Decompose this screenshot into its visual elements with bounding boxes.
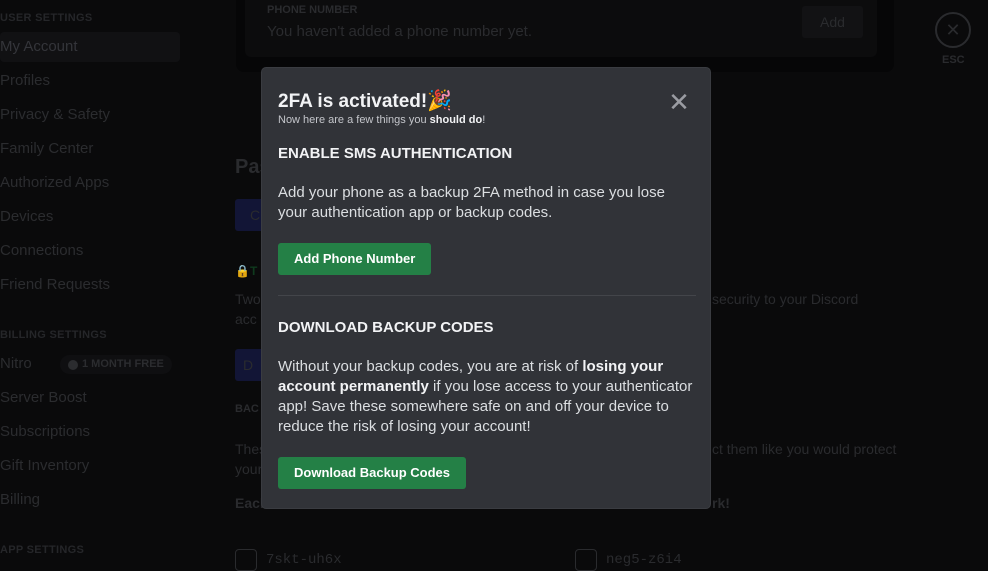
clock-icon — [68, 360, 78, 370]
backup-desc-line2: your — [235, 461, 263, 477]
backup-desc-right: ct them like you would protect — [712, 441, 897, 457]
sidebar-item-connections[interactable]: Connections — [0, 236, 180, 266]
sidebar-item-family-center[interactable]: Family Center — [0, 134, 180, 164]
btn-label: C — [250, 207, 261, 223]
close-button[interactable]: ✕ — [668, 89, 690, 115]
twofa-desc-right: security to your Discord — [712, 291, 859, 307]
twofa-enabled-label: 🔒T — [235, 264, 258, 278]
backup-code: neg5-z6i4 — [606, 552, 682, 568]
modal-subtitle: Now here are a few things you should do! — [278, 114, 486, 126]
backup-heading: DOWNLOAD BACKUP CODES — [278, 319, 494, 336]
sidebar-item-devices[interactable]: Devices — [0, 202, 180, 232]
btn-label: D — [243, 357, 254, 373]
twofa-activated-modal: 2FA is activated!🎉 Now here are a few th… — [261, 67, 711, 509]
sms-text: Add your phone as a backup 2FA method in… — [278, 184, 665, 221]
close-icon: ✕ — [945, 20, 961, 40]
backup-codes-label: BAC — [235, 403, 259, 415]
esc-label: ESC — [942, 54, 965, 66]
sidebar-item-friend-requests[interactable]: Friend Requests — [0, 270, 180, 300]
code-checkbox[interactable] — [575, 549, 597, 571]
twofa-desc-left: Two — [235, 291, 261, 307]
badge-label: 1 MONTH FREE — [82, 358, 164, 370]
phone-text: You haven't added a phone number yet. — [267, 23, 533, 40]
section-billing-settings: BILLING SETTINGS — [0, 329, 107, 341]
close-icon: ✕ — [668, 87, 690, 117]
sidebar-item-gift-inventory[interactable]: Gift Inventory — [0, 451, 180, 481]
sidebar-item-profiles[interactable]: Profiles — [0, 66, 180, 96]
lock-icon: 🔒 — [235, 264, 250, 278]
section-app-settings: APP SETTINGS — [0, 544, 85, 556]
section-user-settings: USER SETTINGS — [0, 12, 93, 24]
backup-text: Without your backup codes, you are at ri… — [278, 358, 693, 435]
sidebar-item-billing[interactable]: Billing — [0, 485, 180, 515]
party-popper-icon: 🎉 — [427, 90, 453, 112]
sidebar-item-authorized-apps[interactable]: Authorized Apps — [0, 168, 180, 198]
phone-label: PHONE NUMBER — [267, 4, 358, 16]
twofa-desc-line2: acc — [235, 311, 257, 327]
backup-code: 7skt-uh6x — [266, 552, 342, 568]
sidebar-item-server-boost[interactable]: Server Boost — [0, 383, 180, 413]
sidebar-item-subscriptions[interactable]: Subscriptions — [0, 417, 180, 447]
sidebar-item-privacy[interactable]: Privacy & Safety — [0, 100, 180, 130]
nitro-badge: 1 MONTH FREE — [60, 355, 172, 374]
code-checkbox[interactable] — [235, 549, 257, 571]
sidebar-item-my-account[interactable]: My Account — [0, 32, 180, 62]
sms-heading: ENABLE SMS AUTHENTICATION — [278, 145, 513, 162]
download-backup-codes-button[interactable]: Download Backup Codes — [278, 457, 467, 489]
close-settings-button[interactable]: ✕ — [935, 12, 971, 48]
divider — [278, 295, 696, 296]
modal-title: 2FA is activated!🎉 — [278, 90, 453, 112]
each-right: rk! — [712, 495, 730, 511]
add-phone-button-bg[interactable]: Add — [802, 6, 863, 38]
add-phone-number-button[interactable]: Add Phone Number — [278, 243, 432, 275]
